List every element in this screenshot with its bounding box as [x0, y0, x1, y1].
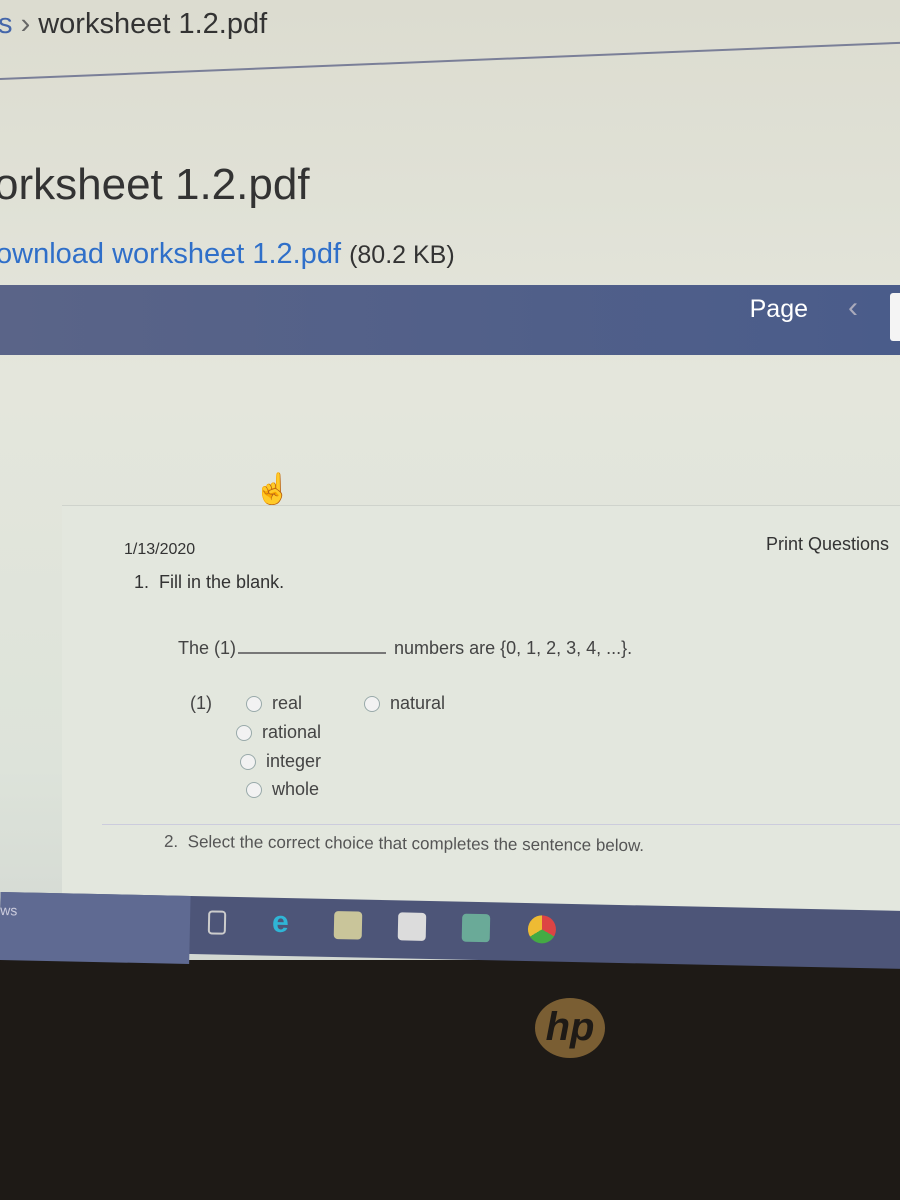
page-number-input[interactable] — [890, 293, 900, 341]
file-explorer-icon[interactable] — [333, 910, 363, 940]
hp-logo: hp — [535, 998, 605, 1058]
option-label: rational — [262, 722, 322, 742]
radio-button[interactable] — [240, 753, 256, 770]
radio-button[interactable] — [364, 695, 380, 712]
question-1-heading: 1. Fill in the blank. — [134, 572, 284, 593]
option-whole[interactable]: whole — [246, 779, 319, 800]
store-icon[interactable] — [397, 912, 427, 941]
file-size: (80.2 KB) — [349, 241, 455, 269]
pdf-toolbar: Page ‹ — [0, 285, 900, 355]
question-prompt: Fill in the blank. — [159, 572, 285, 592]
download-row: ownload worksheet 1.2.pdf (80.2 KB) — [0, 238, 455, 271]
page-label: Page — [749, 295, 808, 323]
option-label: natural — [390, 693, 446, 713]
page-title: orksheet 1.2.pdf — [0, 160, 310, 209]
download-link[interactable]: ownload worksheet 1.2.pdf — [0, 238, 341, 270]
blank-label: (1) — [190, 693, 212, 714]
divider — [0, 41, 900, 80]
date: 1/13/2020 — [124, 541, 196, 558]
question-number: 1. — [134, 572, 150, 592]
question-1-sentence: The (1) numbers are {0, 1, 2, 3, 4, ...}. — [178, 638, 632, 659]
option-real[interactable]: real — [246, 693, 302, 714]
edge-icon[interactable]: e — [272, 906, 301, 939]
question-number: 2. — [163, 831, 179, 852]
option-label: real — [272, 693, 303, 713]
blank — [238, 652, 387, 654]
breadcrumb: s › worksheet 1.2.pdf — [0, 8, 267, 41]
radio-button[interactable] — [246, 695, 262, 712]
option-rational[interactable]: rational — [236, 722, 321, 743]
question-2-heading: 2. Select the correct choice that comple… — [164, 832, 644, 856]
question-prompt: Select the correct choice that completes… — [187, 832, 645, 856]
tripadvisor-icon[interactable] — [461, 913, 491, 943]
sentence-start: The (1) — [178, 638, 237, 658]
task-view-icon[interactable] — [207, 910, 227, 935]
search-text: ws — [0, 902, 18, 919]
screen: s › worksheet 1.2.pdf orksheet 1.2.pdf ow… — [0, 0, 900, 960]
option-natural[interactable]: natural — [364, 693, 445, 714]
prev-page-button[interactable]: ‹ — [848, 291, 858, 325]
chevron-right-icon: › — [20, 8, 31, 40]
pdf-page: 1/13/2020 Print Questions 1. Fill in the… — [62, 505, 900, 926]
option-label: whole — [272, 779, 320, 799]
divider — [102, 824, 900, 825]
radio-button[interactable] — [236, 724, 252, 741]
option-label: integer — [266, 751, 322, 771]
option-integer[interactable]: integer — [240, 751, 321, 772]
print-questions-label: Print Questions — [766, 534, 890, 554]
radio-button[interactable] — [246, 781, 262, 798]
blank-number: (1) — [190, 693, 212, 713]
hand-cursor-icon: ☝ — [254, 473, 292, 506]
chrome-icon[interactable] — [527, 915, 557, 944]
breadcrumb-prev-link[interactable]: s — [0, 8, 13, 40]
breadcrumb-current: worksheet 1.2.pdf — [38, 8, 268, 40]
taskbar-search[interactable]: ws — [0, 892, 191, 964]
sentence-end: numbers are {0, 1, 2, 3, 4, ...}. — [394, 638, 633, 658]
